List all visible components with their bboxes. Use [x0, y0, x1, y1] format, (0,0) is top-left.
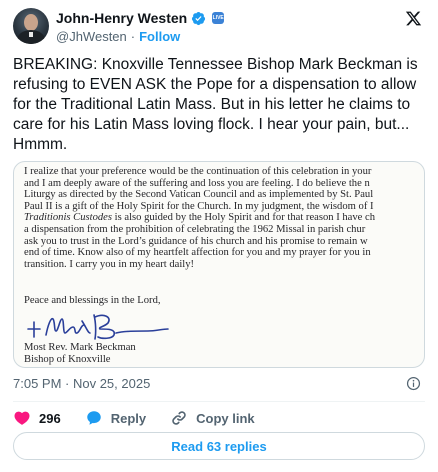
affiliate-badge-icon: LIVE [212, 12, 225, 24]
signer-name: Most Rev. Mark Beckman [24, 342, 136, 353]
author-display-name[interactable]: John-Henry Westen [56, 10, 187, 26]
heart-icon [14, 411, 30, 425]
verified-badge-icon [192, 11, 206, 25]
letter-line: ask you to trust in the Lord’s guidance … [24, 235, 368, 247]
author-name-row: John-Henry Westen LIVE [56, 9, 225, 27]
speech-bubble-icon [86, 411, 101, 425]
letter-line: I realize that your preference would be … [24, 166, 372, 177]
author-handle-row: @JhWesten · Follow [56, 29, 180, 44]
tweet-text: BREAKING: Knoxville Tennessee Bishop Mar… [13, 56, 418, 153]
action-bar: 296 Reply Copy link [13, 408, 279, 428]
author-handle[interactable]: @JhWesten [56, 29, 127, 44]
follow-button[interactable]: Follow [139, 29, 180, 44]
x-logo-icon[interactable] [405, 10, 422, 27]
divider [13, 401, 425, 402]
letter-line: Paul II is a gift of the Holy Spirit for… [24, 200, 374, 212]
letter-image[interactable]: I realize that your preference would be … [13, 161, 425, 368]
signer-title: Bishop of Knoxville [24, 354, 111, 365]
copy-link-button[interactable]: Copy link [170, 409, 255, 427]
avatar[interactable] [13, 8, 49, 44]
tweet-embed-card: John-Henry Westen LIVE @JhWesten · Follo… [0, 0, 438, 472]
reply-button[interactable]: Reply [85, 409, 146, 427]
link-icon [172, 411, 186, 425]
letter-body: I realize that your preference would be … [24, 166, 424, 270]
like-count: 296 [39, 410, 61, 426]
like-button[interactable]: 296 [13, 409, 61, 427]
separator-dot: · [130, 29, 136, 44]
letter-closing: Peace and blessings in the Lord, [24, 295, 161, 306]
copy-link-label: Copy link [196, 410, 255, 426]
letter-line: end of time. Know also of my heartfelt a… [24, 247, 371, 259]
letter-line: Traditionis Custodes is also guided by t… [24, 212, 376, 224]
info-icon[interactable] [406, 376, 421, 391]
letter-line: Liturgy as directed by the Second Vatica… [24, 189, 374, 201]
handwritten-signature [27, 314, 169, 340]
reply-label: Reply [110, 410, 147, 426]
letter-line: and I am deeply aware of the suffering a… [24, 177, 370, 189]
letter-line: a dispensation from the prohibition of c… [24, 223, 366, 235]
letter-line: transition. I carry you in my heart dail… [24, 258, 195, 270]
read-replies-button[interactable]: Read 63 replies [13, 432, 425, 460]
tweet-timestamp[interactable]: 7:05 PM · Nov 25, 2025 [13, 376, 150, 391]
